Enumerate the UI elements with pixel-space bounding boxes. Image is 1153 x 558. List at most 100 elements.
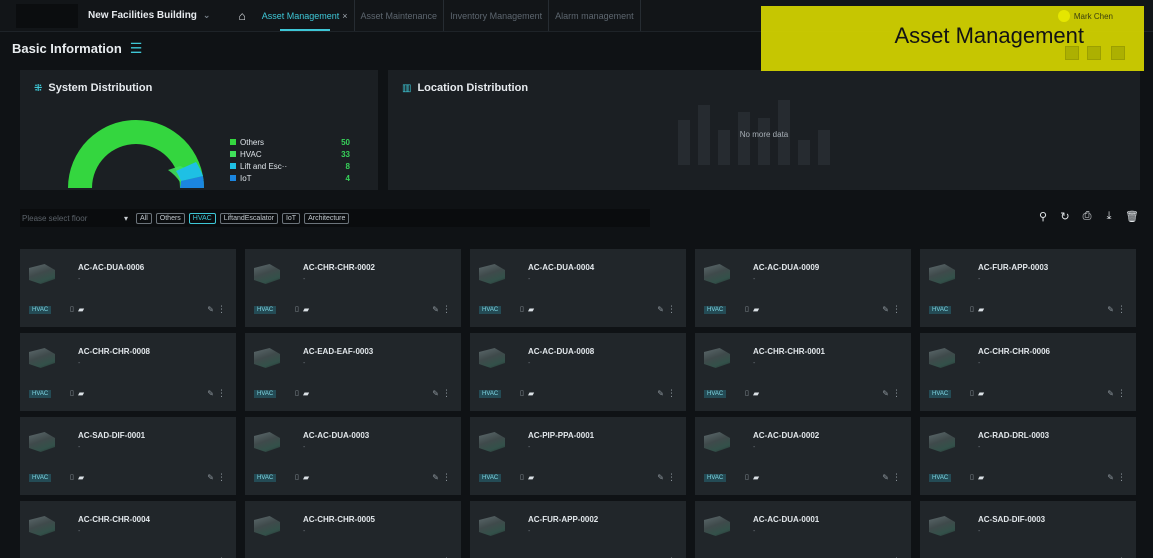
- document-icon[interactable]: ▯: [970, 389, 974, 397]
- legend-item[interactable]: Lift and Esc·· 8: [230, 160, 350, 172]
- asset-card[interactable]: AC-CHR-CHR-0004-HVAC▯▰✎⋮: [20, 501, 236, 558]
- folder-icon[interactable]: ▰: [303, 389, 309, 398]
- more-icon[interactable]: ⋮: [667, 304, 676, 315]
- refresh-icon[interactable]: ↻: [1059, 210, 1071, 223]
- search-icon[interactable]: ⚲: [1037, 210, 1049, 223]
- chip-lift-escalator[interactable]: LiftandEscalator: [219, 212, 278, 224]
- floor-select[interactable]: Please select floor ▾: [22, 214, 132, 223]
- more-icon[interactable]: ⋮: [1117, 304, 1126, 315]
- asset-card[interactable]: AC-CHR-CHR-0006 - HVAC ▯ ▰ ✎ ⋮: [920, 333, 1136, 411]
- document-icon[interactable]: ▯: [295, 389, 299, 397]
- document-icon[interactable]: ▯: [520, 473, 524, 481]
- home-icon[interactable]: ⌂: [238, 9, 245, 23]
- asset-card[interactable]: AC-SAD-DIF-0003-HVAC▯▰✎⋮: [920, 501, 1136, 558]
- delete-icon[interactable]: 🗑: [1125, 210, 1139, 223]
- document-icon[interactable]: ▯: [745, 389, 749, 397]
- edit-icon[interactable]: ✎: [882, 473, 889, 482]
- more-icon[interactable]: ⋮: [217, 472, 226, 483]
- more-icon[interactable]: ⋮: [892, 472, 901, 483]
- folder-icon[interactable]: ▰: [978, 389, 984, 398]
- chip-iot[interactable]: IoT: [281, 212, 301, 224]
- document-icon[interactable]: ▯: [70, 473, 74, 481]
- folder-icon[interactable]: ▰: [78, 305, 84, 314]
- asset-card[interactable]: AC-PIP-PPA-0001 - HVAC ▯ ▰ ✎ ⋮: [470, 417, 686, 495]
- folder-icon[interactable]: ▰: [78, 389, 84, 398]
- edit-icon[interactable]: ✎: [432, 473, 439, 482]
- chip-others[interactable]: Others: [155, 212, 185, 224]
- document-icon[interactable]: ▯: [520, 305, 524, 313]
- more-icon[interactable]: ⋮: [442, 304, 451, 315]
- folder-icon[interactable]: ▰: [528, 473, 534, 482]
- legend-item[interactable]: Others 50: [230, 136, 350, 148]
- edit-icon[interactable]: ✎: [1107, 473, 1114, 482]
- edit-icon[interactable]: ✎: [657, 473, 664, 482]
- asset-card[interactable]: AC-AC-DUA-0008 - HVAC ▯ ▰ ✎ ⋮: [470, 333, 686, 411]
- folder-icon[interactable]: ▰: [753, 473, 759, 482]
- asset-card[interactable]: AC-CHR-CHR-0008 - HVAC ▯ ▰ ✎ ⋮: [20, 333, 236, 411]
- edit-icon[interactable]: ✎: [432, 305, 439, 314]
- asset-card[interactable]: AC-AC-DUA-0006 - HVAC ▯ ▰ ✎ ⋮: [20, 249, 236, 327]
- tab-asset-maintenance[interactable]: Asset Maintenance: [355, 0, 445, 31]
- edit-icon[interactable]: ✎: [882, 305, 889, 314]
- document-icon[interactable]: ▯: [295, 473, 299, 481]
- asset-card[interactable]: AC-RAD-DRL-0003 - HVAC ▯ ▰ ✎ ⋮: [920, 417, 1136, 495]
- folder-icon[interactable]: ▰: [753, 305, 759, 314]
- legend-item[interactable]: IoT 4: [230, 172, 350, 184]
- more-icon[interactable]: ⋮: [667, 388, 676, 399]
- tab-alarm-management[interactable]: Alarm management: [549, 0, 641, 31]
- document-icon[interactable]: ▯: [745, 473, 749, 481]
- building-selector[interactable]: New Facilities Building ⌄: [88, 10, 210, 21]
- asset-card[interactable]: AC-FUR-APP-0002-HVAC▯▰✎⋮: [470, 501, 686, 558]
- user-menu[interactable]: Mark Chen: [1057, 10, 1113, 22]
- more-icon[interactable]: ⋮: [892, 304, 901, 315]
- view-toggle-button[interactable]: [1111, 46, 1125, 60]
- legend-item[interactable]: HVAC 33: [230, 148, 350, 160]
- export-icon[interactable]: ⎙: [1081, 210, 1093, 223]
- folder-icon[interactable]: ▰: [528, 389, 534, 398]
- asset-card[interactable]: AC-CHR-CHR-0005-HVAC▯▰✎⋮: [245, 501, 461, 558]
- document-icon[interactable]: ▯: [295, 305, 299, 313]
- tab-inventory-management[interactable]: Inventory Management: [444, 0, 550, 31]
- folder-icon[interactable]: ▰: [978, 473, 984, 482]
- asset-card[interactable]: AC-CHR-CHR-0002 - HVAC ▯ ▰ ✎ ⋮: [245, 249, 461, 327]
- edit-icon[interactable]: ✎: [657, 389, 664, 398]
- document-icon[interactable]: ▯: [520, 389, 524, 397]
- document-icon[interactable]: ▯: [745, 305, 749, 313]
- edit-icon[interactable]: ✎: [207, 473, 214, 482]
- asset-card[interactable]: AC-EAD-EAF-0003 - HVAC ▯ ▰ ✎ ⋮: [245, 333, 461, 411]
- document-icon[interactable]: ▯: [70, 305, 74, 313]
- edit-icon[interactable]: ✎: [1107, 305, 1114, 314]
- edit-icon[interactable]: ✎: [207, 305, 214, 314]
- menu-icon[interactable]: ☰: [130, 40, 143, 57]
- edit-icon[interactable]: ✎: [1107, 389, 1114, 398]
- asset-card[interactable]: AC-AC-DUA-0002 - HVAC ▯ ▰ ✎ ⋮: [695, 417, 911, 495]
- more-icon[interactable]: ⋮: [217, 304, 226, 315]
- more-icon[interactable]: ⋮: [1117, 472, 1126, 483]
- asset-card[interactable]: AC-FUR-APP-0003 - HVAC ▯ ▰ ✎ ⋮: [920, 249, 1136, 327]
- asset-card[interactable]: AC-AC-DUA-0003 - HVAC ▯ ▰ ✎ ⋮: [245, 417, 461, 495]
- asset-card[interactable]: AC-AC-DUA-0001-HVAC▯▰✎⋮: [695, 501, 911, 558]
- more-icon[interactable]: ⋮: [1117, 388, 1126, 399]
- folder-icon[interactable]: ▰: [303, 473, 309, 482]
- close-icon[interactable]: ×: [342, 11, 347, 21]
- folder-icon[interactable]: ▰: [978, 305, 984, 314]
- document-icon[interactable]: ▯: [970, 305, 974, 313]
- folder-icon[interactable]: ▰: [303, 305, 309, 314]
- folder-icon[interactable]: ▰: [78, 473, 84, 482]
- asset-card[interactable]: AC-SAD-DIF-0001 - HVAC ▯ ▰ ✎ ⋮: [20, 417, 236, 495]
- edit-icon[interactable]: ✎: [882, 389, 889, 398]
- edit-icon[interactable]: ✎: [657, 305, 664, 314]
- edit-icon[interactable]: ✎: [207, 389, 214, 398]
- chip-architecture[interactable]: Architecture: [304, 212, 350, 224]
- more-icon[interactable]: ⋮: [667, 472, 676, 483]
- asset-card[interactable]: AC-AC-DUA-0009 - HVAC ▯ ▰ ✎ ⋮: [695, 249, 911, 327]
- folder-icon[interactable]: ▰: [528, 305, 534, 314]
- view-toggle-button[interactable]: [1087, 46, 1101, 60]
- more-icon[interactable]: ⋮: [442, 472, 451, 483]
- more-icon[interactable]: ⋮: [217, 388, 226, 399]
- edit-icon[interactable]: ✎: [432, 389, 439, 398]
- download-icon[interactable]: ⤓: [1103, 210, 1115, 223]
- tab-asset-management[interactable]: Asset Management ×: [256, 0, 355, 31]
- document-icon[interactable]: ▯: [970, 473, 974, 481]
- chip-hvac[interactable]: HVAC: [188, 212, 216, 224]
